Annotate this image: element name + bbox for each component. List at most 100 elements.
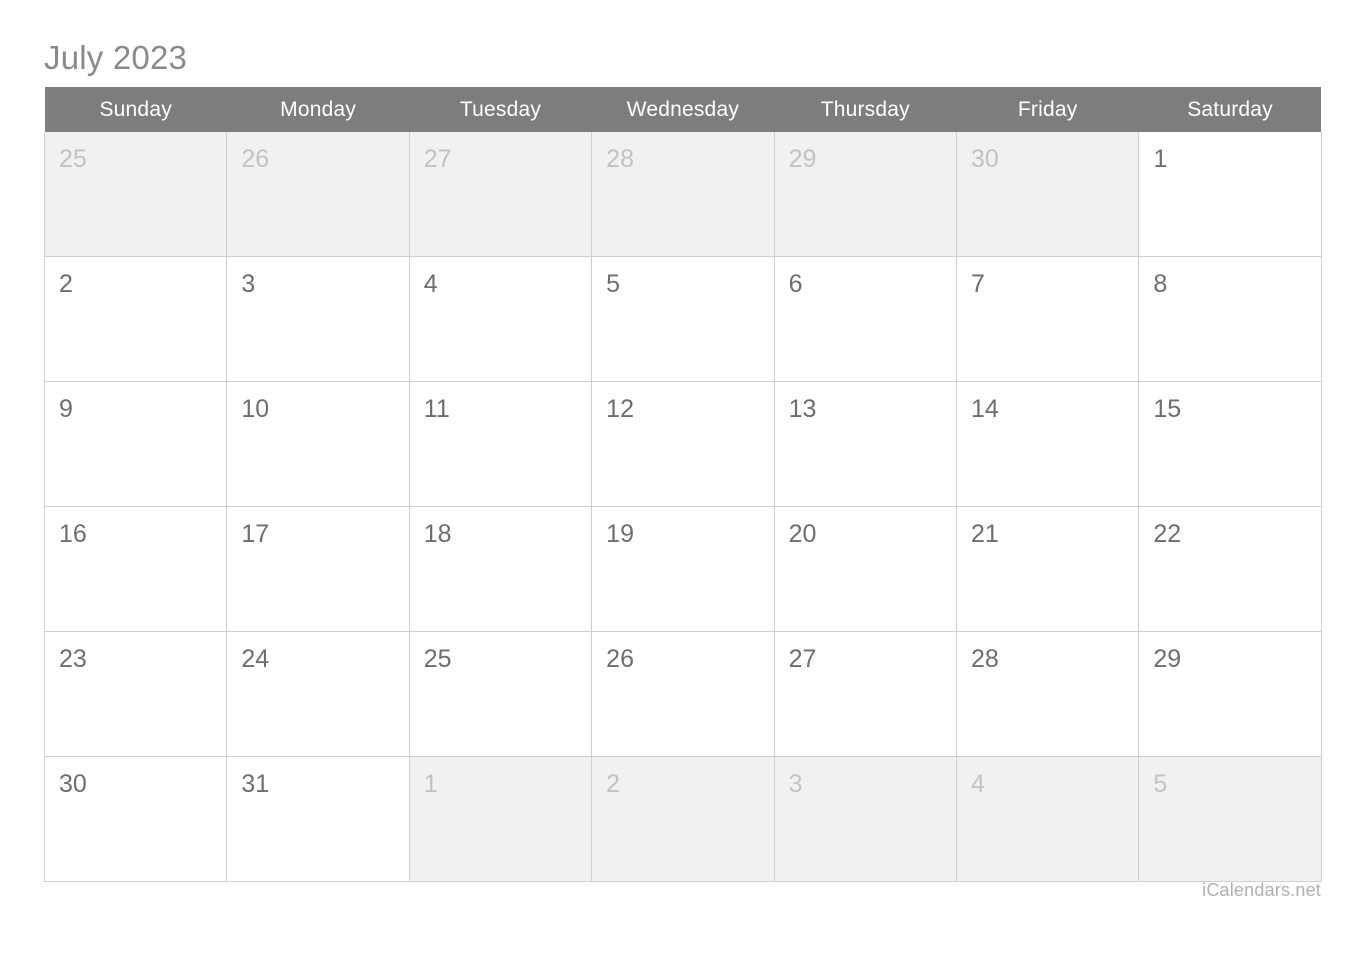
day-number: 1: [423, 770, 438, 798]
day-cell[interactable]: 27: [409, 132, 593, 257]
day-cell[interactable]: 5: [591, 256, 775, 382]
day-cell[interactable]: 23: [43, 631, 228, 757]
day-cell[interactable]: 6: [774, 256, 957, 382]
day-cell[interactable]: 3: [774, 756, 957, 882]
day-number: 4: [970, 770, 985, 798]
day-number: 28: [606, 145, 634, 173]
day-number: 17: [241, 520, 270, 548]
day-number: 15: [1153, 395, 1182, 423]
day-cell[interactable]: 10: [226, 381, 410, 507]
weekday-header-tuesday: Tuesday: [409, 87, 592, 132]
site-credit: iCalendars.net: [1202, 880, 1321, 900]
day-cell[interactable]: 27: [774, 631, 957, 757]
weekday-header-row: Sunday Monday Tuesday Wednesday Thursday…: [44, 87, 1322, 132]
day-number: 25: [59, 145, 87, 173]
day-cell[interactable]: 19: [591, 506, 775, 632]
day-cell[interactable]: 5: [1138, 756, 1322, 882]
day-cell[interactable]: 18: [409, 506, 593, 632]
weekday-header-wednesday: Wednesday: [591, 87, 775, 132]
calendar-week-row: 30 31 1 2 3 4 5: [43, 756, 1322, 882]
day-number: 3: [241, 270, 256, 298]
day-number: 20: [788, 520, 817, 548]
day-number: 4: [423, 270, 438, 298]
day-number: 9: [59, 395, 73, 423]
day-number: 30: [59, 770, 87, 798]
day-number: 29: [1153, 645, 1182, 673]
day-cell[interactable]: 29: [774, 132, 957, 257]
day-number: 27: [788, 645, 817, 673]
day-cell[interactable]: 4: [956, 756, 1140, 882]
day-cell[interactable]: 9: [43, 381, 228, 507]
day-cell[interactable]: 1: [1138, 132, 1322, 257]
day-cell[interactable]: 15: [1138, 381, 1322, 507]
day-cell[interactable]: 24: [226, 631, 410, 757]
day-cell[interactable]: 29: [1138, 631, 1322, 757]
day-number: 1: [1153, 145, 1168, 173]
day-cell[interactable]: 25: [409, 631, 593, 757]
calendar-week-row: 23 24 25 26 27 28 29: [43, 631, 1322, 757]
day-cell[interactable]: 25: [43, 132, 228, 257]
day-cell[interactable]: 28: [591, 132, 775, 257]
day-cell[interactable]: 3: [226, 256, 410, 382]
day-cell[interactable]: 26: [226, 132, 410, 257]
day-cell[interactable]: 12: [591, 381, 775, 507]
day-cell[interactable]: 2: [591, 756, 775, 882]
month-calendar-table: Sunday Monday Tuesday Wednesday Thursday…: [43, 87, 1322, 882]
day-number: 26: [241, 145, 270, 173]
day-cell[interactable]: 28: [956, 631, 1140, 757]
day-number: 12: [606, 395, 634, 423]
weekday-header-monday: Monday: [226, 87, 410, 132]
day-cell[interactable]: 8: [1138, 256, 1322, 382]
day-number: 27: [423, 145, 452, 173]
day-cell[interactable]: 21: [956, 506, 1140, 632]
day-number: 29: [788, 145, 817, 173]
day-cell[interactable]: 26: [591, 631, 775, 757]
day-cell[interactable]: 31: [226, 756, 410, 882]
day-number: 13: [788, 395, 817, 423]
calendar-week-row: 2 3 4 5 6 7 8: [43, 256, 1322, 382]
day-number: 19: [606, 520, 634, 548]
day-number: 28: [970, 645, 999, 673]
day-number: 16: [59, 520, 87, 548]
day-cell[interactable]: 30: [956, 132, 1140, 257]
day-number: 25: [423, 645, 452, 673]
day-number: 30: [970, 145, 999, 173]
day-number: 5: [606, 270, 621, 298]
day-number: 21: [970, 520, 999, 548]
day-cell[interactable]: 13: [774, 381, 957, 507]
day-number: 23: [59, 645, 87, 673]
day-cell[interactable]: 30: [43, 756, 228, 882]
weekday-header-thursday: Thursday: [774, 87, 957, 132]
day-number: 24: [241, 645, 270, 673]
day-cell[interactable]: 14: [956, 381, 1140, 507]
day-number: 3: [788, 770, 803, 798]
weekday-header-saturday: Saturday: [1138, 87, 1322, 132]
calendar-page: July 2023 Sunday Monday Tuesday Wednesda…: [0, 0, 1366, 965]
day-cell[interactable]: 17: [226, 506, 410, 632]
day-number: 8: [1153, 270, 1168, 298]
calendar-container: Sunday Monday Tuesday Wednesday Thursday…: [43, 87, 1322, 882]
day-number: 10: [241, 395, 270, 423]
day-number: 31: [241, 770, 270, 798]
weekday-header-friday: Friday: [956, 87, 1139, 132]
day-cell[interactable]: 2: [43, 256, 228, 382]
day-number: 18: [423, 520, 452, 548]
day-number: 2: [59, 270, 73, 298]
day-number: 5: [1153, 770, 1168, 798]
day-number: 22: [1153, 520, 1182, 548]
calendar-week-row: 16 17 18 19 20 21 22: [43, 506, 1322, 632]
page-title: July 2023: [44, 39, 188, 76]
day-number: 11: [423, 395, 450, 423]
weekday-header-sunday: Sunday: [44, 87, 227, 132]
day-cell[interactable]: 7: [956, 256, 1140, 382]
day-cell[interactable]: 1: [409, 756, 593, 882]
day-number: 14: [970, 395, 999, 423]
day-cell[interactable]: 4: [409, 256, 593, 382]
day-cell[interactable]: 22: [1138, 506, 1322, 632]
day-cell[interactable]: 16: [43, 506, 228, 632]
day-number: 6: [788, 270, 803, 298]
day-cell[interactable]: 11: [409, 381, 593, 507]
day-cell[interactable]: 20: [774, 506, 957, 632]
day-number: 2: [606, 770, 621, 798]
day-number: 7: [970, 270, 985, 298]
